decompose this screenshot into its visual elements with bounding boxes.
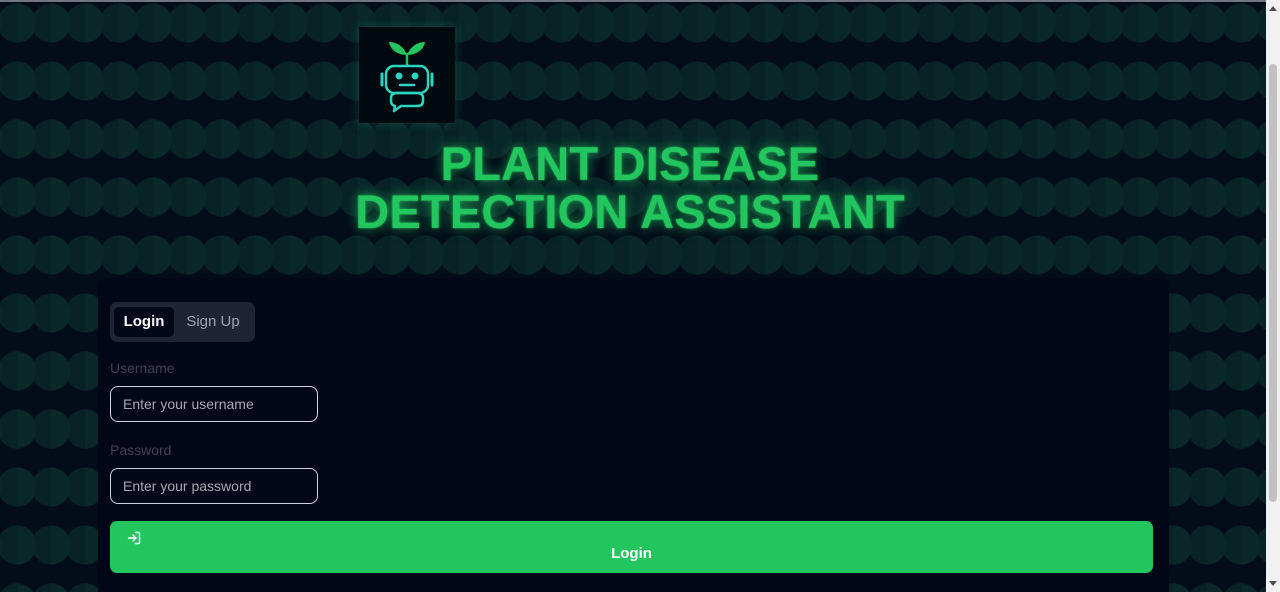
username-label: Username bbox=[110, 360, 175, 376]
scroll-up-arrow-icon[interactable] bbox=[1269, 6, 1277, 11]
scrollbar-thumb[interactable] bbox=[1269, 64, 1277, 502]
login-button-label: Login bbox=[611, 545, 652, 562]
page-title: PLANT DISEASE DETECTION ASSISTANT bbox=[340, 140, 920, 236]
top-divider bbox=[0, 0, 1266, 2]
app-logo bbox=[359, 27, 455, 123]
title-line-1: PLANT DISEASE bbox=[440, 137, 820, 190]
login-button[interactable]: Login bbox=[110, 521, 1153, 573]
scroll-down-arrow-icon[interactable] bbox=[1269, 581, 1277, 586]
plant-robot-chat-icon bbox=[380, 42, 434, 113]
auth-tabs: Login Sign Up bbox=[110, 302, 255, 342]
title-line-2: DETECTION ASSISTANT bbox=[355, 185, 905, 238]
password-input[interactable] bbox=[110, 468, 318, 504]
username-input[interactable] bbox=[110, 386, 318, 422]
app-viewport: PLANT DISEASE DETECTION ASSISTANT Login … bbox=[0, 0, 1280, 592]
log-in-icon bbox=[127, 531, 141, 545]
tab-sign-up[interactable]: Sign Up bbox=[180, 307, 246, 337]
tab-login[interactable]: Login bbox=[114, 307, 174, 337]
vertical-scrollbar[interactable] bbox=[1266, 0, 1280, 592]
password-label: Password bbox=[110, 442, 172, 458]
